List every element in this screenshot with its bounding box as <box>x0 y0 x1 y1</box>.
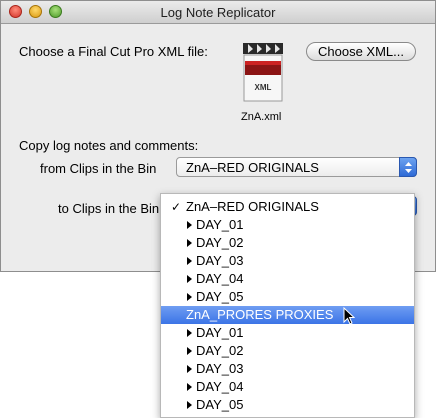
bin-dropdown-menu: ✓ ZnA–RED ORIGINALS DAY_01 DAY_02 DAY_03… <box>160 193 415 418</box>
disclosure-triangle-icon <box>187 347 192 355</box>
menu-item-prores-proxies[interactable]: ZnA_PRORES PROXIES <box>161 306 414 324</box>
menu-item-day-03[interactable]: DAY_03 <box>161 252 414 270</box>
popup-arrows-icon <box>399 157 417 177</box>
title-bar: Log Note Replicator <box>1 1 435 24</box>
from-bin-select[interactable]: ZnA–RED ORIGINALS <box>176 157 417 177</box>
menu-item-label: ZnA–RED ORIGINALS <box>186 199 319 214</box>
disclosure-triangle-icon <box>187 257 192 265</box>
menu-item-day-05[interactable]: DAY_05 <box>161 288 414 306</box>
file-name: ZnA.xml <box>241 111 282 123</box>
copy-notes-label: Copy log notes and comments: <box>19 138 199 153</box>
menu-item-day-01[interactable]: DAY_01 <box>161 216 414 234</box>
disclosure-triangle-icon <box>187 401 192 409</box>
menu-item-day-04[interactable]: DAY_04 <box>161 270 414 288</box>
menu-item-day-02[interactable]: DAY_02 <box>161 234 414 252</box>
menu-item-label: DAY_04 <box>196 379 244 394</box>
menu-item-red-originals[interactable]: ✓ ZnA–RED ORIGINALS <box>161 198 414 216</box>
menu-item-label: DAY_04 <box>196 271 244 286</box>
to-bin-label: to Clips in the Bin <box>58 201 160 216</box>
menu-item-label: DAY_02 <box>196 343 244 358</box>
menu-item-label: DAY_03 <box>196 361 244 376</box>
menu-item-label: ZnA_PRORES PROXIES <box>186 307 334 322</box>
menu-item-label: DAY_01 <box>196 325 244 340</box>
checkmark-icon: ✓ <box>171 200 182 214</box>
mouse-pointer-icon <box>343 306 356 328</box>
disclosure-triangle-icon <box>187 275 192 283</box>
menu-item-day-03[interactable]: DAY_03 <box>161 360 414 378</box>
menu-item-day-01[interactable]: DAY_01 <box>161 324 414 342</box>
from-bin-value: ZnA–RED ORIGINALS <box>186 160 319 175</box>
menu-item-day-04[interactable]: DAY_04 <box>161 378 414 396</box>
menu-item-day-02[interactable]: DAY_02 <box>161 342 414 360</box>
xml-file-icon: XML <box>242 43 284 103</box>
disclosure-triangle-icon <box>187 329 192 337</box>
menu-item-day-05[interactable]: DAY_05 <box>161 396 414 414</box>
menu-item-label: DAY_05 <box>196 397 244 412</box>
disclosure-triangle-icon <box>187 293 192 301</box>
disclosure-triangle-icon <box>187 221 192 229</box>
disclosure-triangle-icon <box>187 239 192 247</box>
menu-item-label: DAY_02 <box>196 235 244 250</box>
choose-xml-label: Choose a Final Cut Pro XML file: <box>19 44 208 59</box>
choose-xml-button[interactable]: Choose XML... <box>306 42 416 61</box>
file-badge: XML <box>255 83 272 92</box>
menu-item-label: DAY_03 <box>196 253 244 268</box>
window-title: Log Note Replicator <box>160 5 276 20</box>
menu-item-label: DAY_01 <box>196 217 244 232</box>
disclosure-triangle-icon <box>187 383 192 391</box>
disclosure-triangle-icon <box>187 365 192 373</box>
from-bin-label: from Clips in the Bin <box>40 161 157 176</box>
menu-item-label: DAY_05 <box>196 289 244 304</box>
